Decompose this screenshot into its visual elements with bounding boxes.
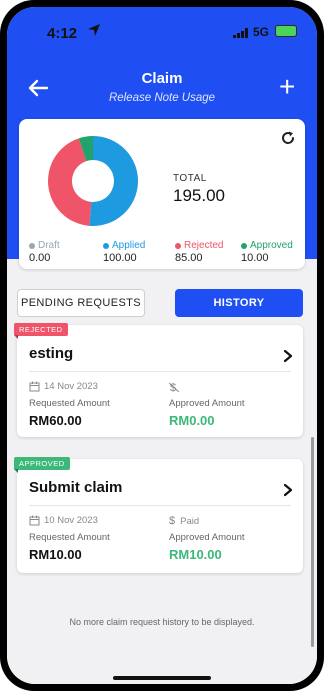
chevron-right-icon[interactable] <box>283 349 293 363</box>
claim-date: 14 Nov 2023 <box>29 381 98 392</box>
total-value: 195.00 <box>173 186 225 205</box>
approved-amount-value: RM10.00 <box>169 547 222 562</box>
plus-icon[interactable]: + <box>279 73 295 101</box>
refresh-icon[interactable] <box>279 129 297 147</box>
payment-status: $ <box>169 381 183 393</box>
legend-label-approved: Approved <box>250 240 293 251</box>
phone-frame: 4:12 5G Claim Release Note Usage + TOTAL… <box>0 0 324 691</box>
legend-approved: Approved 10.00 <box>241 240 293 264</box>
dollar-icon: $ <box>169 515 176 527</box>
battery-icon <box>275 25 297 37</box>
badge-tail <box>14 469 18 473</box>
status-time: 4:12 <box>47 25 78 42</box>
home-indicator <box>113 676 211 680</box>
tab-history[interactable]: HISTORY <box>175 289 303 317</box>
chart-legend: Draft 0.00 Applied 100.00 Rejected 85.00… <box>27 240 305 268</box>
location-arrow-icon <box>88 24 100 36</box>
legend-dot-applied <box>103 242 109 249</box>
divider <box>29 505 291 506</box>
divider <box>29 371 291 372</box>
approved-amount-label: Approved Amount <box>169 532 245 543</box>
svg-text:$: $ <box>170 382 176 393</box>
payment-status: $ Paid <box>169 515 199 527</box>
legend-value-draft: 0.00 <box>29 252 51 264</box>
requested-amount-value: RM10.00 <box>29 547 82 562</box>
network-type: 5G <box>253 25 270 39</box>
page-title: Claim <box>141 70 183 87</box>
payment-status-text: Paid <box>180 515 200 527</box>
chevron-right-icon[interactable] <box>283 483 293 497</box>
calendar-icon <box>29 515 40 526</box>
calendar-icon <box>29 381 40 392</box>
legend-rejected: Rejected 85.00 <box>175 240 223 264</box>
claim-card-approved[interactable]: APPROVED Submit claim 10 Nov 2023 $ Paid <box>14 457 303 573</box>
legend-label-applied: Applied <box>112 240 146 251</box>
end-of-list-note: No more claim request history to be disp… <box>69 617 255 627</box>
legend-dot-approved <box>241 242 247 249</box>
legend-label-rejected: Rejected <box>184 240 224 251</box>
claim-date-text: 14 Nov 2023 <box>44 381 98 392</box>
claim-card-rejected[interactable]: REJECTED esting 14 Nov 2023 $ Requested … <box>14 323 303 437</box>
dollar-off-icon: $ <box>169 382 179 393</box>
requested-amount-value: RM60.00 <box>29 413 82 428</box>
donut-chart <box>47 136 139 226</box>
tab-pending-requests[interactable]: PENDING REQUESTS <box>17 289 145 317</box>
requested-amount-label: Requested Amount <box>29 398 110 409</box>
status-badge-approved: APPROVED <box>14 457 70 470</box>
claim-date: 10 Nov 2023 <box>29 515 98 526</box>
legend-label-draft: Draft <box>38 240 60 251</box>
approved-amount-label: Approved Amount <box>169 398 245 409</box>
legend-dot-rejected <box>175 242 181 249</box>
badge-tail <box>14 335 18 339</box>
legend-value-rejected: 85.00 <box>175 252 203 264</box>
legend-value-applied: 100.00 <box>103 252 137 264</box>
approved-amount-value: RM0.00 <box>169 413 215 428</box>
scrollbar[interactable] <box>311 437 314 647</box>
donut-slice-applied <box>89 136 139 226</box>
legend-draft: Draft 0.00 <box>29 240 60 264</box>
summary-card: TOTAL 195.00 Draft 0.00 Applied 100.00 R… <box>19 119 305 269</box>
status-bar: 4:12 5G <box>7 7 317 57</box>
requested-amount-label: Requested Amount <box>29 532 110 543</box>
signal-bars-icon <box>233 28 248 38</box>
claim-date-text: 10 Nov 2023 <box>44 515 98 526</box>
status-badge-rejected: REJECTED <box>14 323 68 336</box>
app-screen: 4:12 5G Claim Release Note Usage + TOTAL… <box>7 7 317 684</box>
legend-applied: Applied 100.00 <box>103 240 145 264</box>
legend-dot-draft <box>29 242 35 249</box>
title-bar: Claim Release Note Usage + <box>7 65 317 115</box>
page-subtitle: Release Note Usage <box>108 92 216 104</box>
claim-title: Submit claim <box>29 479 123 496</box>
total-label: TOTAL <box>173 173 207 184</box>
legend-value-approved: 10.00 <box>241 252 269 264</box>
claim-title: esting <box>29 345 74 362</box>
